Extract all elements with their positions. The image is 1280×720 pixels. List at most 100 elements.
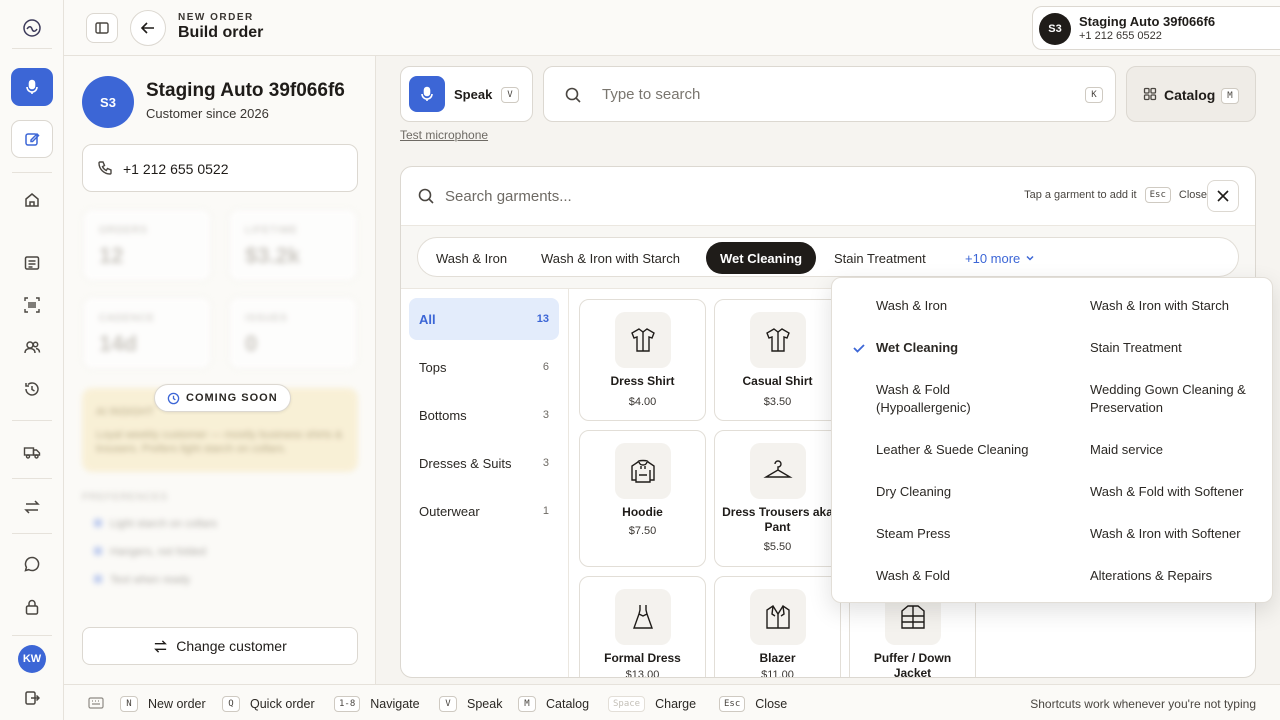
garment-card[interactable]: Dress Shirt $4.00 [579,299,706,421]
service-option[interactable]: Wash & Iron with Softener [1090,525,1270,543]
test-microphone-link[interactable]: Test microphone [400,128,488,142]
service-option-selected[interactable]: Wet Cleaning [876,339,1056,357]
rail-new-order-button[interactable] [11,120,53,158]
garment-search-input[interactable] [445,185,845,207]
lock-icon[interactable] [22,597,42,617]
preference-item: Text when ready [94,574,190,586]
rail-divider [12,48,52,49]
customer-panel: S3 Staging Auto 39f066f6 Customer since … [64,56,376,684]
service-option[interactable]: Wash & Iron with Starch [1090,297,1270,315]
service-option[interactable]: Wash & Fold [876,567,1056,585]
shortcut-key: Esc [719,696,746,712]
user-avatar[interactable]: KW [18,645,46,673]
category-bottoms[interactable]: Bottoms 3 [409,394,559,436]
stat-value: 14d [99,331,137,356]
customers-icon[interactable] [22,337,42,357]
change-customer-button[interactable]: Change customer [82,627,358,665]
customer-chip-avatar: S3 [1039,13,1071,45]
search-icon [418,188,434,204]
garment-card[interactable]: Hoodie $7.50 [579,430,706,567]
shortcut-label: Navigate [370,697,420,711]
garment-icon-tile [750,589,806,645]
global-search-input[interactable] [602,83,1042,105]
service-option[interactable]: Alterations & Repairs [1090,567,1270,585]
shirt-icon [631,328,655,352]
more-services-dropdown: Wash & Iron Wash & Iron with Starch Wet … [831,277,1273,603]
speak-button[interactable]: Speak V [400,66,533,122]
shirt-icon [766,328,790,352]
rail-divider [12,420,52,421]
messages-icon[interactable] [22,253,42,273]
service-option[interactable]: Steam Press [876,525,1056,543]
customer-since: Customer since 2026 [146,106,269,121]
service-option[interactable]: Wash & Fold (Hypoallergenic) [876,381,1036,417]
shortcut-key: Space [608,696,646,712]
rail-voice-button[interactable] [11,68,53,106]
service-option[interactable]: Leather & Suede Cleaning [876,441,1056,459]
shortcut-label: Speak [467,697,503,711]
category-label: Dresses & Suits [419,455,512,471]
shortcut-label: New order [148,697,206,711]
toggle-sidebar-button[interactable] [86,13,118,43]
shortcut-bar: N New order Q Quick order 1-8 Navigate V Spe… [64,684,1280,720]
service-option[interactable]: Wedding Gown Cleaning & Preservation [1090,381,1268,417]
rail-divider [12,172,52,173]
customer-chip[interactable]: S3 Staging Auto 39f066f6 +1 212 655 0522 [1032,6,1280,50]
clock-icon [167,392,180,404]
back-button[interactable] [130,10,166,46]
preferences-heading: PREFERENCES [82,492,169,503]
shortcut-label: Charge [655,697,697,711]
shortcut-quick-order: Q Quick order [222,696,315,712]
search-shortcut-key: K [1085,87,1103,103]
service-option[interactable]: Stain Treatment [1090,339,1270,357]
microphone-icon [26,79,38,94]
tab-wash-iron[interactable]: Wash & Iron [422,242,521,274]
garment-card[interactable]: Casual Shirt $3.50 [714,299,841,421]
stat-card: ISSUES 0 [228,296,358,370]
barcode-scan-icon[interactable] [22,295,42,315]
shortcut-label: Quick order [250,697,315,711]
catalog-label: Catalog [1164,87,1216,103]
shortcut-key: N [120,696,138,712]
change-customer-label: Change customer [176,638,287,654]
global-search: K [543,66,1116,122]
shortcut-label: Close [755,697,788,711]
stat-value: $3.2k [245,243,301,268]
customer-phone: +1 212 655 0522 [123,161,229,177]
stat-card: LIFETIME $3.2k [228,208,358,282]
tab-wet-cleaning[interactable]: Wet Cleaning [706,242,817,274]
shortcut-note: Shortcuts work whenever you're not typin… [1030,697,1256,711]
service-option[interactable]: Maid service [1090,441,1270,459]
category-dresses-suits[interactable]: Dresses & Suits 3 [409,442,559,484]
transfer-arrows-icon[interactable] [22,497,42,517]
close-picker-button[interactable] [1207,180,1239,212]
shortcut-speak: V Speak [439,696,502,712]
chat-bubble-icon[interactable] [22,554,42,574]
service-option[interactable]: Dry Cleaning [876,483,1056,501]
app-logo-icon[interactable] [22,18,42,38]
home-icon[interactable] [22,190,42,210]
customer-phone-field[interactable]: +1 212 655 0522 [82,144,358,192]
garment-icon-tile [615,589,671,645]
catalog-button[interactable]: Catalog M [1126,66,1256,122]
tab-stain-treatment[interactable]: Stain Treatment [820,242,940,274]
stat-value: 0 [245,331,258,356]
category-outerwear[interactable]: Outerwear 1 [409,490,559,532]
tab-wash-iron-starch[interactable]: Wash & Iron with Starch [527,242,694,274]
history-icon[interactable] [22,379,42,399]
top-bar: NEW ORDER Build order S3 Staging Auto 39… [64,0,1280,56]
preference-item: Hangers, not folded [94,546,206,558]
customer-chip-phone: +1 212 655 0522 [1079,30,1162,42]
more-services-button[interactable]: +10 more [951,242,1050,274]
garment-card[interactable]: Blazer $11.00 [714,576,841,677]
service-option[interactable]: Wash & Iron [876,297,1056,315]
category-label: Tops [419,359,447,375]
logout-icon[interactable] [22,688,42,708]
category-all[interactable]: All 13 [409,298,559,340]
category-tops[interactable]: Tops 6 [409,346,559,388]
stat-label: CADENCE [99,313,155,324]
service-option[interactable]: Wash & Fold with Softener [1090,483,1270,501]
garment-card[interactable]: Formal Dress $13.00 [579,576,706,677]
delivery-truck-icon[interactable] [22,442,42,462]
garment-card[interactable]: Dress Trousers aka Pant $5.50 [714,430,841,567]
